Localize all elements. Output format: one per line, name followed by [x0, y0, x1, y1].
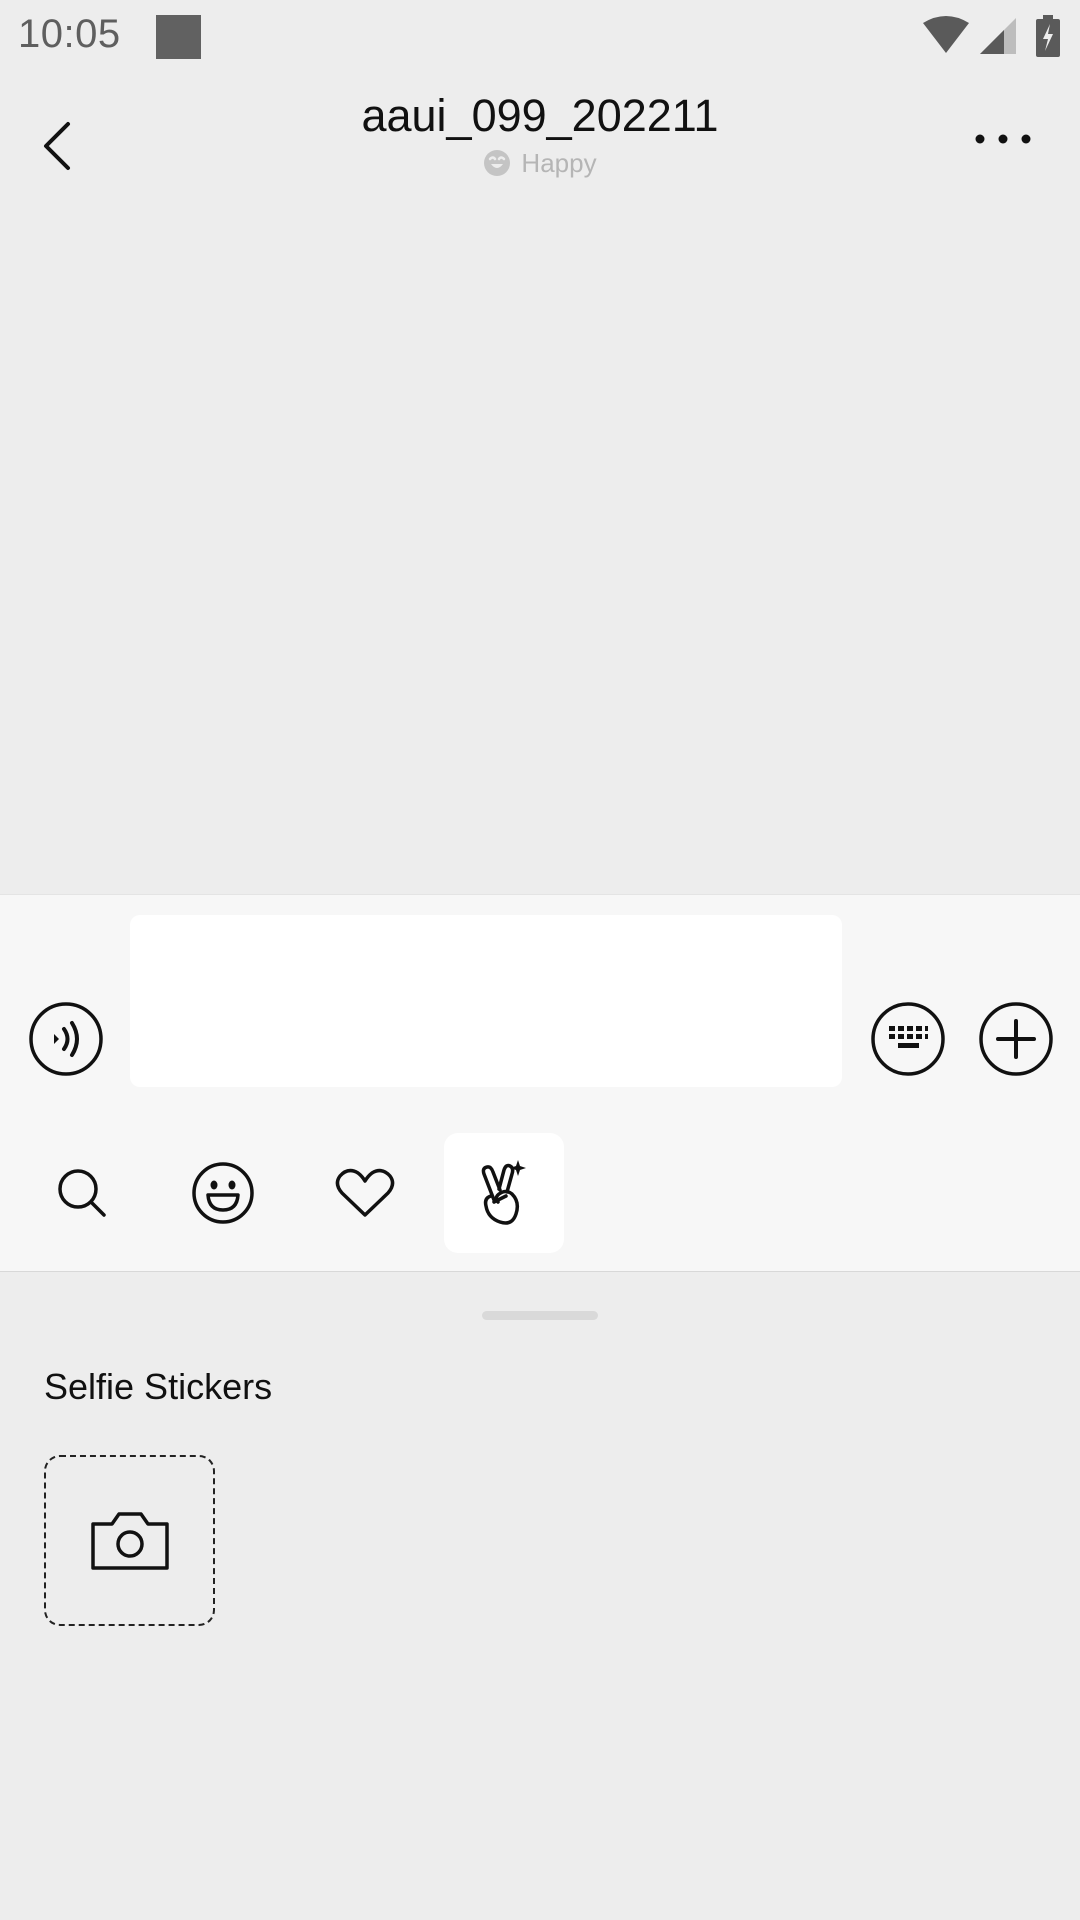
chat-header: aaui_099_202211 Happy	[0, 76, 1080, 196]
tab-emoji[interactable]	[163, 1133, 283, 1253]
message-composer	[0, 894, 1080, 1272]
status-bar: 10:05	[0, 0, 1080, 76]
voice-icon	[29, 1002, 103, 1076]
status-time: 10:05	[18, 12, 121, 56]
more-options-button[interactable]	[970, 114, 1036, 164]
section-title: Selfie Stickers	[44, 1366, 273, 1407]
drawer-handle[interactable]	[482, 1311, 598, 1320]
plus-circle-icon	[979, 1002, 1053, 1076]
tab-search[interactable]	[22, 1133, 142, 1253]
battery-charging-icon	[1036, 15, 1060, 62]
contact-status: Happy	[0, 148, 1080, 184]
notification-icon	[156, 15, 201, 59]
heart-icon	[335, 1168, 395, 1217]
chat-title[interactable]: aaui_099_202211	[0, 90, 1080, 142]
search-icon	[58, 1169, 106, 1217]
keyboard-icon	[871, 1002, 945, 1076]
wifi-icon	[923, 15, 969, 58]
tab-stickers[interactable]	[444, 1133, 564, 1253]
contact-status-text: Happy	[521, 148, 597, 178]
add-selfie-sticker-button[interactable]	[44, 1455, 215, 1626]
add-attachment-button[interactable]	[978, 1001, 1054, 1082]
keyboard-button[interactable]	[870, 1001, 946, 1082]
tab-favorites[interactable]	[305, 1133, 425, 1253]
victory-hand-icon	[481, 1160, 526, 1225]
voice-input-button[interactable]	[28, 1001, 104, 1082]
message-list[interactable]	[0, 196, 1080, 894]
camera-icon	[90, 1511, 169, 1570]
signal-icon	[980, 18, 1016, 59]
smiley-icon	[483, 149, 511, 184]
message-input[interactable]	[130, 915, 842, 1087]
emoji-icon	[192, 1162, 254, 1224]
